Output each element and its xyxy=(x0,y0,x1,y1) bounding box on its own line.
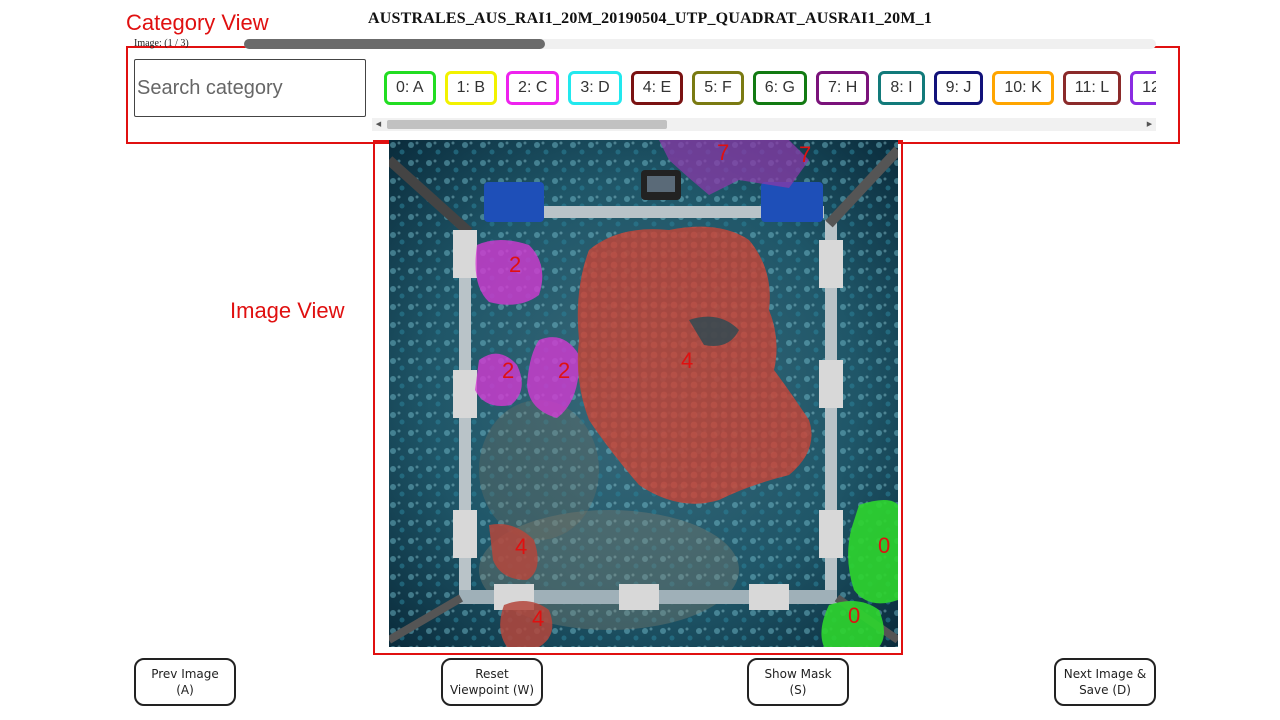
mask-label: 2 xyxy=(558,358,570,383)
mask-label: 4 xyxy=(532,606,544,631)
reef-image-view[interactable]: 7 7 2 2 2 4 4 4 0 0 xyxy=(389,140,898,647)
category-chip[interactable]: 0: A xyxy=(384,71,436,105)
mask-label: 7 xyxy=(717,140,729,165)
category-chip[interactable]: 6: G xyxy=(752,71,807,105)
category-chip[interactable]: 9: J xyxy=(933,71,984,105)
category-chip[interactable]: 7: H xyxy=(816,71,870,105)
category-scrollbar[interactable]: ◀ ▶ xyxy=(372,118,1156,131)
mask-label: 2 xyxy=(509,252,521,277)
mask-label: 0 xyxy=(878,533,890,558)
reset-viewpoint-button[interactable]: Reset Viewpoint (W) xyxy=(441,658,543,706)
category-view-annotation: Category View xyxy=(126,10,269,35)
category-chip[interactable]: 4: E xyxy=(630,71,684,105)
category-chip[interactable]: 3: D xyxy=(568,71,622,105)
mask-label: 0 xyxy=(848,603,860,628)
mask-label: 4 xyxy=(681,348,693,373)
category-scroll-thumb[interactable] xyxy=(387,120,667,129)
prev-image-button[interactable]: Prev Image (A) xyxy=(134,658,236,706)
category-list: 0: A 1: B 2: C 3: D 4: E 5: F 6: G 7: H 8: I 9: J… xyxy=(384,71,1156,105)
search-category-input[interactable] xyxy=(134,59,366,117)
category-chip[interactable]: 2: C xyxy=(506,71,560,105)
category-chip[interactable]: 12: M xyxy=(1130,71,1156,105)
scroll-left-icon[interactable]: ◀ xyxy=(372,118,385,131)
image-progress-fill xyxy=(244,39,545,49)
category-chip[interactable]: 11: L xyxy=(1062,71,1122,105)
image-counter: Image: (1 / 3) xyxy=(134,38,189,49)
reef-quadrat-image: 7 7 2 2 2 4 4 4 0 0 xyxy=(389,140,898,647)
image-view-annotation: Image View xyxy=(230,298,345,323)
mask-label: 4 xyxy=(515,534,527,559)
image-progress-bar xyxy=(244,39,1156,49)
category-chip[interactable]: 10: K xyxy=(992,71,1054,105)
category-strip: 0: A 1: B 2: C 3: D 4: E 5: F 6: G 7: H 8: I 9: J… xyxy=(384,71,1156,107)
category-chip[interactable]: 8: I xyxy=(878,71,925,105)
category-chip[interactable]: 1: B xyxy=(444,71,498,105)
show-mask-button[interactable]: Show Mask (S) xyxy=(747,658,849,706)
category-chip[interactable]: 5: F xyxy=(692,71,744,105)
scroll-right-icon[interactable]: ▶ xyxy=(1143,118,1156,131)
mask-label: 7 xyxy=(799,142,811,167)
mask-label: 2 xyxy=(502,358,514,383)
image-title: AUSTRALES_AUS_RAI1_20M_20190504_UTP_QUAD… xyxy=(368,10,933,27)
next-image-save-button[interactable]: Next Image & Save (D) xyxy=(1054,658,1156,706)
